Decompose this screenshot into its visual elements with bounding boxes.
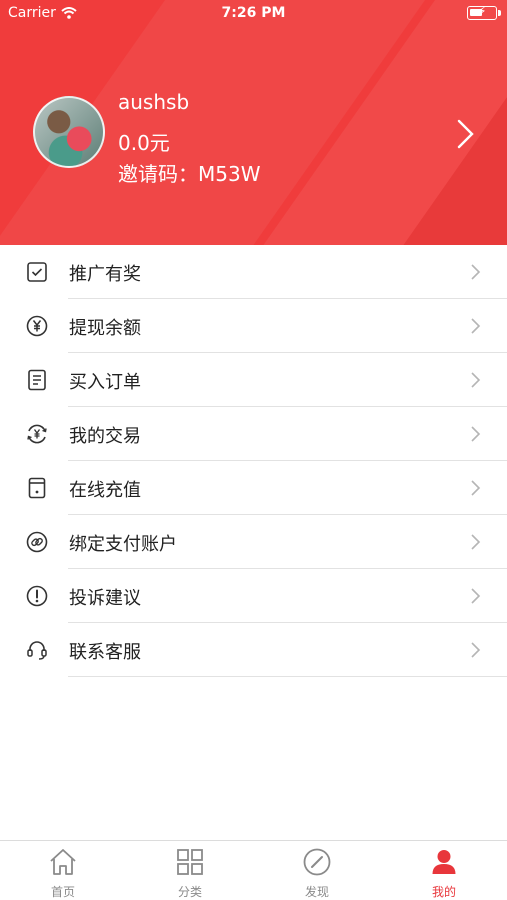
menu-item-label: 投诉建议: [69, 588, 141, 609]
tab-bar: 首页 分类 发现 我的: [0, 840, 507, 900]
checkbox-icon: [27, 262, 47, 282]
chevron-right-icon: [471, 264, 481, 280]
chevron-right-icon: [471, 534, 481, 550]
menu-item-label: 联系客服: [69, 642, 141, 663]
menu-item-withdraw[interactable]: 提现余额: [0, 299, 507, 353]
exclamation-icon: [26, 585, 48, 607]
tab-mine[interactable]: 我的: [381, 841, 507, 900]
person-icon: [432, 850, 456, 874]
menu-item-label: 提现余额: [69, 318, 141, 339]
menu-item-buy-orders[interactable]: 买入订单: [0, 353, 507, 407]
chevron-right-icon: [471, 426, 481, 442]
link-icon: [26, 531, 48, 553]
tab-home[interactable]: 首页: [0, 841, 126, 900]
menu-item-label: 推广有奖: [69, 264, 141, 285]
menu-item-label: 在线充值: [69, 480, 141, 501]
divider: [68, 676, 507, 677]
tab-discover[interactable]: 发现: [254, 841, 380, 900]
status-bar: Carrier 7:26 PM ⚡: [0, 0, 507, 28]
chevron-right-icon: [471, 372, 481, 388]
chevron-right-icon[interactable]: [455, 117, 477, 151]
balance: 0.0元: [118, 131, 170, 155]
menu-item-recharge[interactable]: 在线充值: [0, 461, 507, 515]
chevron-right-icon: [471, 318, 481, 334]
chevron-right-icon: [471, 480, 481, 496]
menu-item-label: 我的交易: [69, 426, 141, 447]
profile-header[interactable]: Carrier 7:26 PM ⚡ aushsb 0.0元 邀请码：M53W: [0, 0, 507, 245]
invite-code: 邀请码：M53W: [118, 162, 261, 186]
menu-item-feedback[interactable]: 投诉建议: [0, 569, 507, 623]
grid-icon: [177, 849, 203, 875]
home-icon: [50, 849, 76, 875]
yen-circle-icon: [26, 315, 48, 337]
username: aushsb: [118, 90, 190, 114]
document-icon: [28, 369, 46, 391]
tab-label: 分类: [177, 885, 202, 899]
tab-category[interactable]: 分类: [127, 841, 253, 900]
menu-list: 推广有奖 提现余额 买入订单 我的交易 在线充值 绑定支付账户 投诉建议 联系客…: [0, 245, 507, 677]
chevron-right-icon: [471, 642, 481, 658]
battery-icon: ⚡: [467, 4, 501, 20]
menu-item-label: 绑定支付账户: [69, 534, 177, 555]
menu-item-bind-payment[interactable]: 绑定支付账户: [0, 515, 507, 569]
tab-label: 首页: [50, 885, 75, 899]
device-icon: [28, 477, 46, 499]
menu-item-my-trades[interactable]: 我的交易: [0, 407, 507, 461]
headset-icon: [27, 641, 47, 660]
compass-icon: [303, 848, 331, 876]
tab-label: 发现: [304, 885, 329, 899]
menu-item-customer-service[interactable]: 联系客服: [0, 623, 507, 677]
menu-item-promotion[interactable]: 推广有奖: [0, 245, 507, 299]
tab-label: 我的: [431, 885, 456, 899]
exchange-yen-icon: [27, 424, 47, 444]
menu-item-label: 买入订单: [69, 372, 141, 393]
chevron-right-icon: [471, 588, 481, 604]
clock: 7:26 PM: [221, 5, 286, 21]
avatar[interactable]: [33, 96, 105, 168]
